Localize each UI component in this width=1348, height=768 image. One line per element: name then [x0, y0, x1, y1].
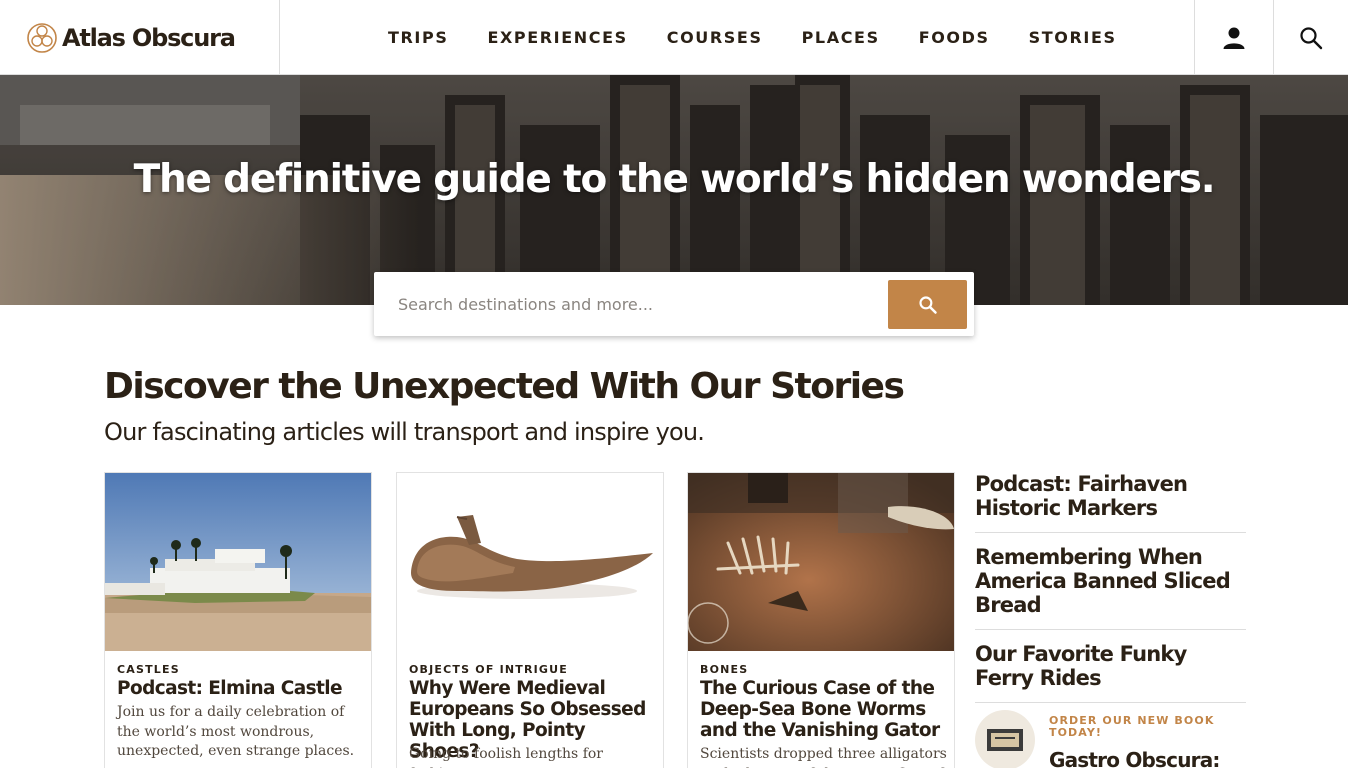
story-card-pointy-shoes[interactable]: OBJECTS OF INTRIGUE Why Were Medieval Eu…	[396, 472, 664, 768]
book-cta-label: ORDER OUR NEW BOOK TODAY!	[1049, 714, 1215, 739]
nav-courses[interactable]: COURSES	[667, 28, 763, 47]
header-search-button[interactable]	[1273, 0, 1348, 75]
main-nav: TRIPS EXPERIENCES COURSES PLACES FOODS S…	[388, 0, 1156, 75]
sidebar-divider	[975, 532, 1246, 533]
sidebar-link-sliced-bread[interactable]: Remembering When America Banned Sliced B…	[975, 545, 1246, 617]
site-header: Atlas Obscura TRIPS EXPERIENCES COURSES …	[0, 0, 1348, 75]
card-title[interactable]: Podcast: Elmina Castle	[117, 678, 367, 699]
search-bar	[374, 272, 974, 336]
story-card-elmina[interactable]: CASTLES Podcast: Elmina Castle Join us f…	[104, 472, 372, 768]
sidebar-link-ferry-rides[interactable]: Our Favorite Funky Ferry Rides	[975, 642, 1246, 690]
stories-section-subtitle: Our fascinating articles will transport …	[104, 418, 705, 446]
sidebar-divider	[975, 702, 1246, 703]
user-icon	[1223, 27, 1245, 49]
card-category: BONES	[700, 663, 749, 676]
account-button[interactable]	[1194, 0, 1273, 75]
search-icon	[1300, 26, 1323, 49]
elmina-castle-image	[105, 473, 371, 651]
medieval-shoe-image	[397, 473, 663, 651]
gator-bones-image	[688, 473, 954, 651]
search-submit-button[interactable]	[888, 280, 967, 329]
nav-trips[interactable]: TRIPS	[388, 28, 448, 47]
hero-title: The definitive guide to the world’s hidd…	[133, 157, 1216, 202]
nav-experiences[interactable]: EXPERIENCES	[487, 28, 627, 47]
nav-stories[interactable]: STORIES	[1029, 28, 1117, 47]
search-input[interactable]	[374, 272, 884, 336]
book-promo[interactable]: ORDER OUR NEW BOOK TODAY! Gastro Obscura…	[975, 710, 1246, 768]
sidebar-story-link[interactable]: Our Favorite Funky Ferry Rides	[975, 642, 1246, 690]
card-description: Join us for a daily celebration of the w…	[117, 704, 355, 759]
card-description: Going to foolish lengths for fashion.	[409, 746, 603, 768]
magnifier-icon	[918, 295, 937, 314]
hero-banner: The definitive guide to the world’s hidd…	[0, 75, 1348, 305]
sidebar-story-link[interactable]: Remembering When America Banned Sliced B…	[975, 545, 1246, 617]
book-title[interactable]: Gastro Obscura:	[1049, 748, 1220, 768]
nav-foods[interactable]: FOODS	[919, 28, 990, 47]
card-title[interactable]: The Curious Case of the Deep-Sea Bone Wo…	[700, 678, 950, 741]
story-card-bone-worms[interactable]: BONES The Curious Case of the Deep-Sea B…	[687, 472, 955, 768]
logo-text: Atlas Obscura	[62, 23, 236, 52]
logo[interactable]: Atlas Obscura	[0, 0, 280, 75]
sidebar-divider	[975, 629, 1246, 630]
nav-places[interactable]: PLACES	[802, 28, 880, 47]
book-cover-image	[975, 710, 1035, 768]
card-description: Scientists dropped three alligators to t…	[700, 746, 947, 768]
stories-section-title: Discover the Unexpected With Our Stories	[104, 366, 905, 407]
sidebar-link-fairhaven[interactable]: Podcast: Fairhaven Historic Markers	[975, 472, 1246, 520]
logo-icon	[27, 22, 57, 53]
card-category: OBJECTS OF INTRIGUE	[409, 663, 569, 676]
sidebar-story-link[interactable]: Podcast: Fairhaven Historic Markers	[975, 472, 1246, 520]
card-category: CASTLES	[117, 663, 180, 676]
